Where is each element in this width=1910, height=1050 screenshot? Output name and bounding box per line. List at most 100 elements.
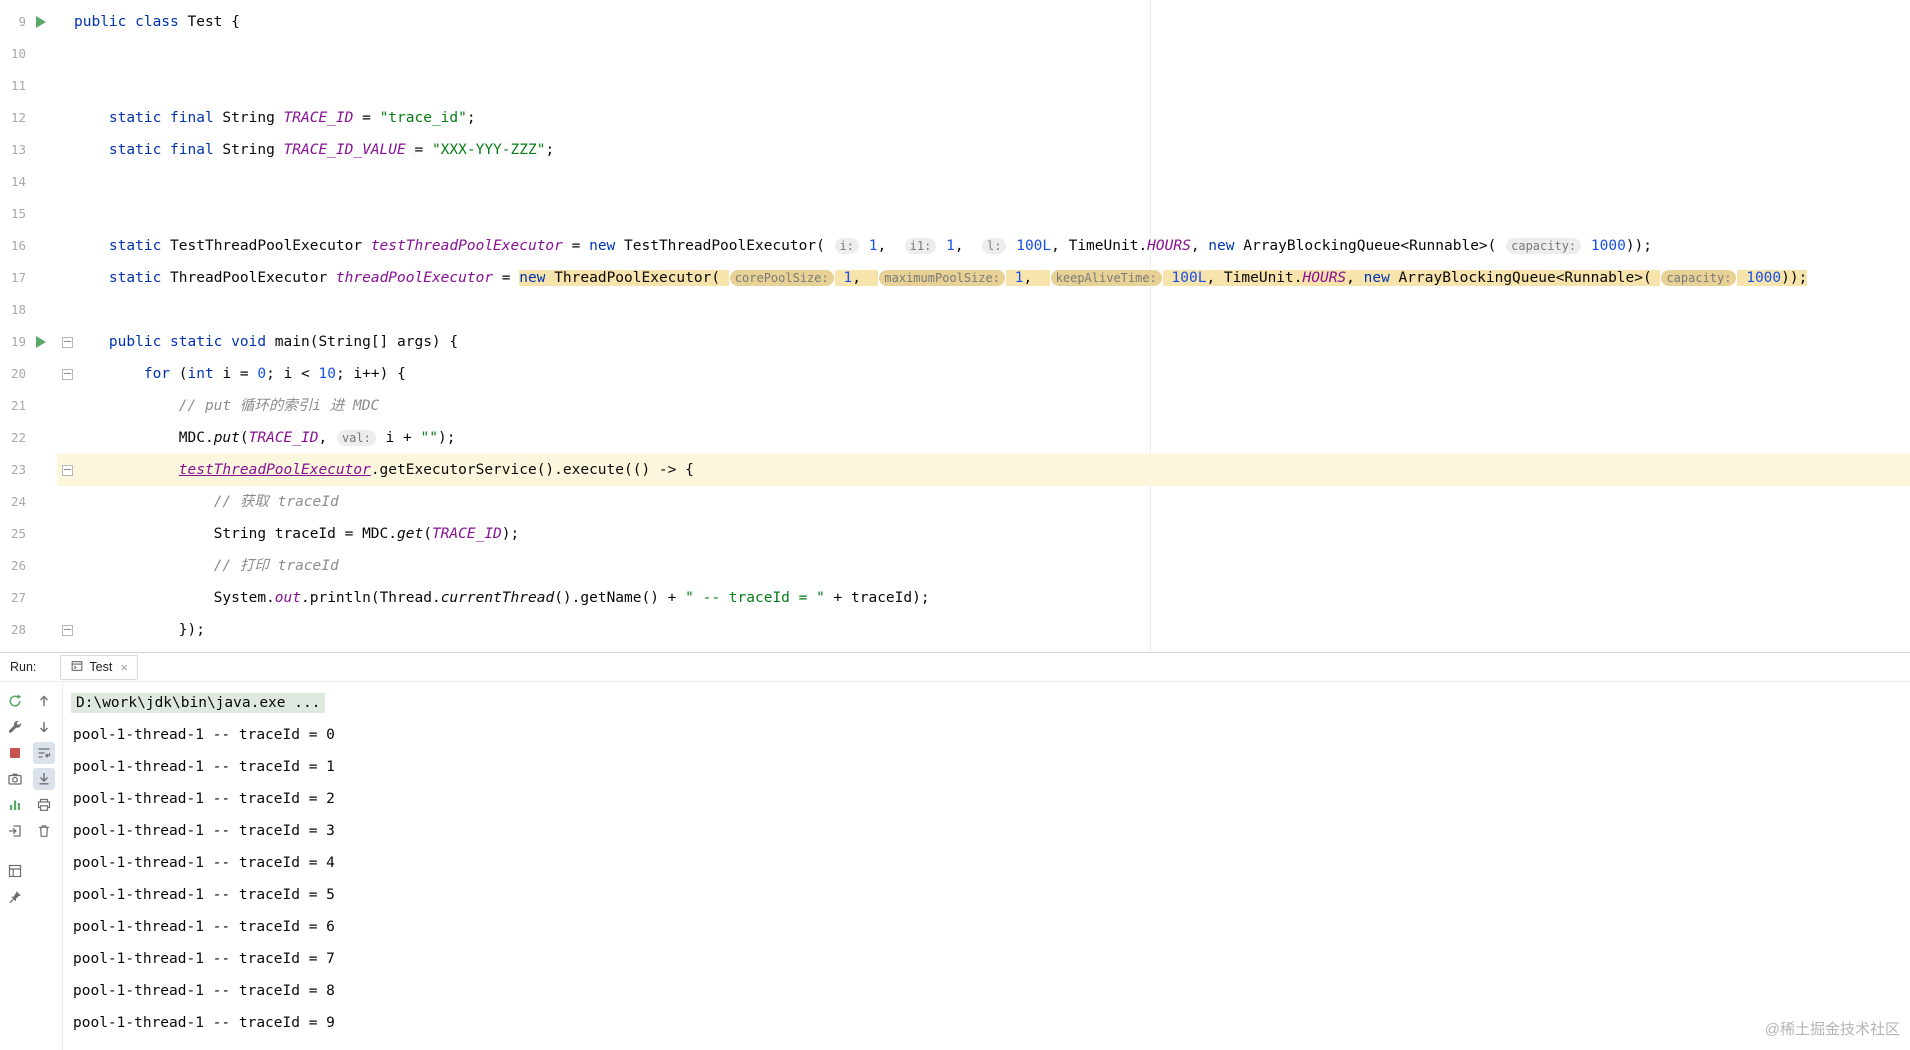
code-text: // put 循环的索引i 进 MDC bbox=[178, 398, 380, 414]
gutter bbox=[26, 38, 74, 70]
code-line[interactable]: 10 bbox=[0, 38, 1910, 70]
code-line[interactable]: 21 // put 循环的索引i 进 MDC bbox=[0, 390, 1910, 422]
code-line[interactable]: 22 MDC.put(TRACE_ID, val: i + ""); bbox=[0, 422, 1910, 454]
soft-wrap-icon[interactable] bbox=[33, 742, 55, 764]
run-panel-header: Run: Test × bbox=[0, 653, 1910, 682]
code-editor[interactable]: 9 public class Test { 10 11 12 static final … bbox=[0, 0, 1910, 653]
line-number: 14 bbox=[10, 174, 26, 189]
line-number: 10 bbox=[10, 46, 26, 61]
gutter bbox=[26, 294, 74, 326]
code-text: String traceId = MDC.get(TRACE_ID); bbox=[74, 526, 520, 542]
scroll-end-icon[interactable] bbox=[33, 768, 55, 790]
line-number: 13 bbox=[10, 142, 26, 157]
gutter bbox=[26, 134, 74, 166]
gutter bbox=[26, 102, 74, 134]
print-icon[interactable] bbox=[33, 794, 55, 816]
code-line[interactable]: 28 }); bbox=[0, 614, 1910, 646]
run-console: D:\work\jdk\bin\java.exe ... pool-1-threa… bbox=[0, 682, 1910, 1050]
run-tab-test[interactable]: Test × bbox=[60, 654, 138, 680]
line-number: 16 bbox=[10, 238, 26, 253]
console-line: pool-1-thread-1 -- traceId = 3 bbox=[73, 823, 335, 839]
pin-icon[interactable] bbox=[4, 886, 26, 908]
fold-icon[interactable] bbox=[62, 625, 73, 636]
code-line[interactable]: 20 for (int i = 0; i < 10; i++) { bbox=[0, 358, 1910, 390]
line-number: 18 bbox=[10, 302, 26, 317]
line-number: 11 bbox=[10, 78, 26, 93]
code-text: public static void main(String[] args) { bbox=[108, 334, 459, 350]
fold-icon[interactable] bbox=[62, 465, 73, 476]
gutter bbox=[26, 326, 74, 358]
console-line: pool-1-thread-1 -- traceId = 1 bbox=[73, 759, 335, 775]
down-arrow-icon[interactable] bbox=[33, 716, 55, 738]
code-text: static final String TRACE_ID = "trace_id… bbox=[108, 110, 476, 126]
run-panel-label: Run: bbox=[10, 660, 37, 674]
code-text: }); bbox=[74, 622, 205, 638]
line-number: 25 bbox=[10, 526, 26, 541]
code-line[interactable]: 18 bbox=[0, 294, 1910, 326]
code-line[interactable]: 15 bbox=[0, 198, 1910, 230]
code-line[interactable]: 26 // 打印 traceId bbox=[0, 550, 1910, 582]
fold-icon[interactable] bbox=[62, 369, 73, 380]
code-text: for (int i = 0; i < 10; i++) { bbox=[143, 366, 406, 382]
code-text: MDC.put(TRACE_ID, val: i + ""); bbox=[74, 430, 456, 446]
line-number: 24 bbox=[10, 494, 26, 509]
gutter bbox=[26, 550, 74, 582]
profiler-icon[interactable] bbox=[4, 794, 26, 816]
gutter bbox=[26, 198, 74, 230]
watermark: @稀土掘金技术社区 bbox=[1764, 1021, 1900, 1038]
run-icon[interactable] bbox=[36, 16, 46, 28]
gutter bbox=[26, 262, 74, 294]
rerun-icon[interactable] bbox=[4, 690, 26, 712]
console-line: pool-1-thread-1 -- traceId = 6 bbox=[73, 919, 335, 935]
code-line[interactable]: 9 public class Test { bbox=[0, 6, 1910, 38]
wrench-icon[interactable] bbox=[4, 716, 26, 738]
code-line[interactable]: 11 bbox=[0, 70, 1910, 102]
code-line[interactable]: 12 static final String TRACE_ID = "trace… bbox=[0, 102, 1910, 134]
fold-icon[interactable] bbox=[62, 337, 73, 348]
stop-icon[interactable] bbox=[4, 742, 26, 764]
console-line: pool-1-thread-1 -- traceId = 8 bbox=[73, 983, 335, 999]
line-number: 12 bbox=[10, 110, 26, 125]
code-line[interactable]: 13 static final String TRACE_ID_VALUE = … bbox=[0, 134, 1910, 166]
code-text: static TestThreadPoolExecutor testThread… bbox=[108, 238, 1653, 254]
code-text: testThreadPoolExecutor.getExecutorServic… bbox=[178, 462, 694, 478]
gutter bbox=[26, 582, 74, 614]
line-number: 15 bbox=[10, 206, 26, 221]
gutter bbox=[26, 486, 74, 518]
code-line[interactable]: 19 public static void main(String[] args… bbox=[0, 326, 1910, 358]
console-line: pool-1-thread-1 -- traceId = 5 bbox=[73, 887, 335, 903]
editor-lines: 9 public class Test { 10 11 12 static final … bbox=[0, 0, 1910, 646]
camera-icon[interactable] bbox=[4, 768, 26, 790]
code-line[interactable]: 24 // 获取 traceId bbox=[0, 486, 1910, 518]
layout-icon[interactable] bbox=[4, 860, 26, 882]
line-number: 22 bbox=[10, 430, 26, 445]
console-toolbar-column-2 bbox=[33, 690, 55, 846]
gutter bbox=[26, 70, 74, 102]
line-number: 17 bbox=[10, 270, 26, 285]
exit-icon[interactable] bbox=[4, 820, 26, 842]
code-line[interactable]: 25 String traceId = MDC.get(TRACE_ID); bbox=[0, 518, 1910, 550]
code-text: public class Test { bbox=[74, 14, 240, 30]
line-number: 27 bbox=[10, 590, 26, 605]
up-arrow-icon[interactable] bbox=[33, 690, 55, 712]
line-number: 23 bbox=[10, 462, 26, 477]
run-icon[interactable] bbox=[36, 336, 46, 348]
code-line[interactable]: 23 testThreadPoolExecutor.getExecutorSer… bbox=[0, 454, 1910, 486]
code-line[interactable]: 17 static ThreadPoolExecutor threadPoolE… bbox=[0, 262, 1910, 294]
line-number: 28 bbox=[10, 622, 26, 637]
code-line[interactable]: 14 bbox=[0, 166, 1910, 198]
code-line[interactable]: 27 System.out.println(Thread.currentThre… bbox=[0, 582, 1910, 614]
gutter bbox=[26, 358, 74, 390]
code-line[interactable]: 16 static TestThreadPoolExecutor testThr… bbox=[0, 230, 1910, 262]
console-line: pool-1-thread-1 -- traceId = 2 bbox=[73, 791, 335, 807]
clear-icon[interactable] bbox=[33, 820, 55, 842]
console-line: pool-1-thread-1 -- traceId = 0 bbox=[73, 727, 335, 743]
line-number: 20 bbox=[10, 366, 26, 381]
gutter bbox=[26, 390, 74, 422]
close-icon[interactable]: × bbox=[120, 660, 128, 675]
run-toolbar-column-1 bbox=[4, 690, 26, 912]
code-text: // 获取 traceId bbox=[213, 494, 339, 510]
console-line: pool-1-thread-1 -- traceId = 7 bbox=[73, 951, 335, 967]
console-output[interactable]: D:\work\jdk\bin\java.exe ... pool-1-threa… bbox=[71, 682, 1910, 1039]
gutter bbox=[26, 6, 74, 38]
